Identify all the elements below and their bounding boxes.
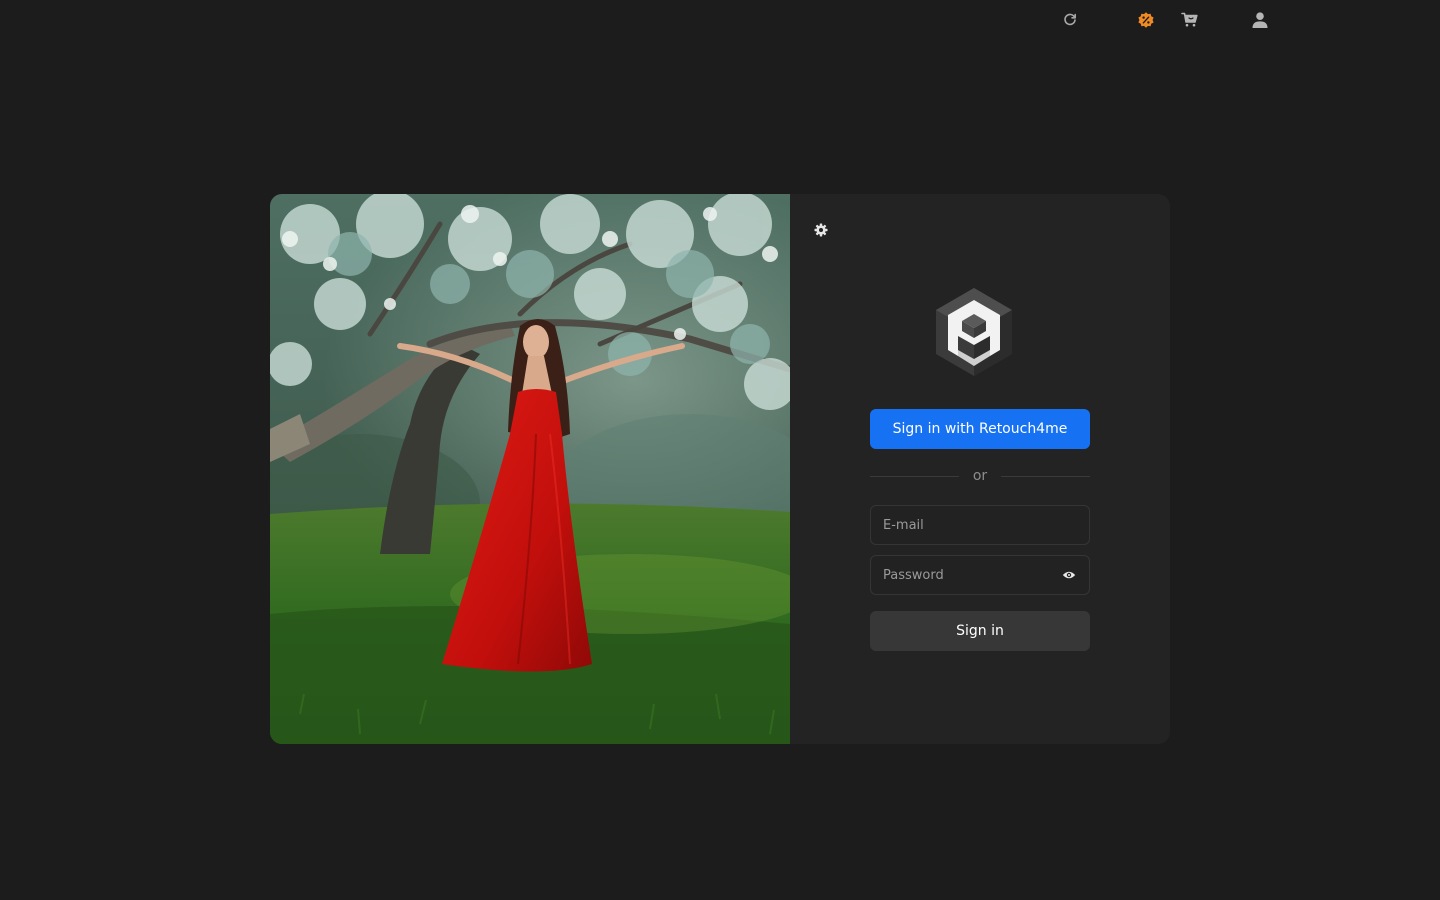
eye-icon[interactable]: [1061, 567, 1077, 583]
refresh-icon[interactable]: [1060, 10, 1080, 30]
password-input[interactable]: [871, 556, 1061, 594]
password-field: [870, 555, 1090, 595]
gear-icon[interactable]: [812, 221, 830, 239]
retouch4me-logo: [932, 286, 1016, 378]
sign-in-button[interactable]: Sign in: [870, 611, 1090, 651]
email-input[interactable]: [871, 506, 1089, 544]
discount-badge-icon[interactable]: [1136, 10, 1156, 30]
divider-line-right: [1001, 475, 1091, 477]
or-label: or: [972, 468, 988, 484]
cart-icon[interactable]: [1180, 10, 1200, 30]
hero-photo: [270, 194, 790, 744]
top-bar: [0, 0, 1440, 40]
or-divider: or: [870, 466, 1091, 486]
login-panel: Sign in with Retouch4me or Sign in: [790, 194, 1170, 744]
sign-in-with-retouch4me-button[interactable]: Sign in with Retouch4me: [870, 409, 1090, 449]
user-icon[interactable]: [1250, 10, 1270, 30]
login-card: Sign in with Retouch4me or Sign in: [270, 194, 1170, 744]
divider-line-left: [870, 475, 959, 477]
email-field: [870, 505, 1090, 545]
